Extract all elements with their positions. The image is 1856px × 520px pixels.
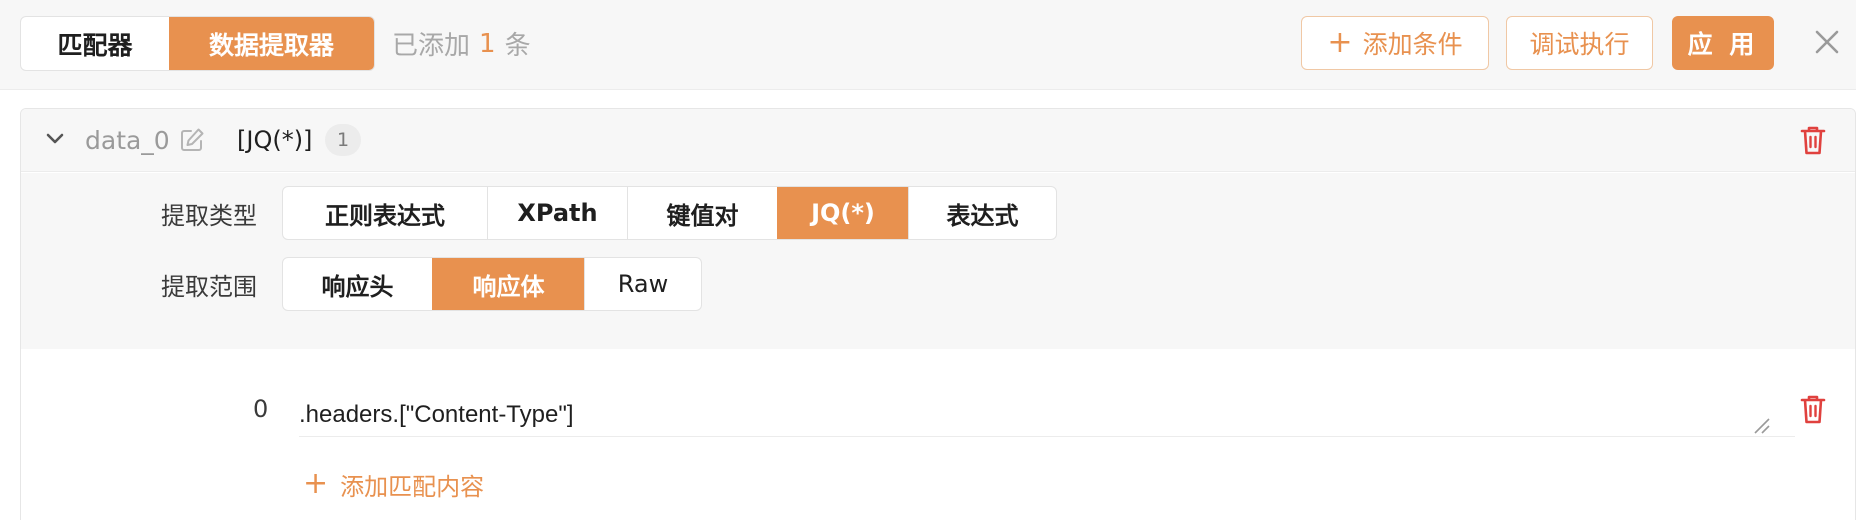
extract-scope-label: 提取范围 (161, 272, 257, 301)
extract-type-label: 提取类型 (161, 201, 257, 230)
edit-icon[interactable] (178, 126, 206, 154)
extract-scope-body[interactable]: 响应体 (432, 258, 584, 310)
extractor-card-header[interactable]: data_0 [JQ(*)] 1 (21, 109, 1855, 172)
delete-extractor-icon[interactable] (1799, 124, 1827, 156)
mode-tabs: 匹配器 数据提取器 (20, 16, 375, 71)
rule-row: 0 (21, 349, 1855, 459)
plus-icon: + (303, 466, 329, 501)
add-match-content-button[interactable]: + 添加匹配内容 (303, 464, 484, 504)
extract-type-xpath[interactable]: XPath (487, 187, 627, 239)
chevron-down-icon[interactable] (45, 132, 65, 146)
rule-index: 0 (253, 395, 269, 423)
rule-expression-input[interactable] (299, 389, 1795, 437)
added-prefix: 已添加 (392, 31, 471, 61)
add-condition-button[interactable]: + 添加条件 (1301, 16, 1489, 70)
plus-icon: + (1327, 25, 1353, 60)
extract-scope-headers[interactable]: 响应头 (283, 258, 432, 310)
rule-count-badge: 1 (325, 124, 361, 156)
extract-type-regex[interactable]: 正则表达式 (283, 187, 487, 239)
tab-matcher[interactable]: 匹配器 (21, 17, 169, 70)
add-condition-label: 添加条件 (1362, 30, 1463, 59)
resize-grip-icon[interactable] (1751, 415, 1771, 435)
extractor-name: data_0 (85, 125, 170, 155)
apply-button[interactable]: 应 用 (1672, 16, 1774, 70)
tab-data-extractor[interactable]: 数据提取器 (169, 17, 374, 70)
debug-run-button[interactable]: 调试执行 (1506, 16, 1653, 70)
delete-rule-icon[interactable] (1799, 393, 1827, 425)
add-match-label: 添加匹配内容 (340, 472, 485, 501)
added-count: 1 (479, 28, 496, 59)
extractor-toolbar: 匹配器 数据提取器 已添加 1 条 + 添加条件 调试执行 应 用 (0, 0, 1856, 90)
extract-scope-raw[interactable]: Raw (584, 258, 701, 310)
extract-type-selector: 正则表达式 XPath 键值对 JQ(*) 表达式 (282, 186, 1057, 240)
added-suffix: 条 (504, 31, 531, 61)
extract-options: 提取类型 正则表达式 XPath 键值对 JQ(*) 表达式 提取范围 响应头 … (21, 173, 1855, 349)
extract-type-key-value[interactable]: 键值对 (627, 187, 777, 239)
close-icon[interactable] (1812, 27, 1842, 57)
extract-type-jq[interactable]: JQ(*) (777, 187, 908, 239)
extractor-card: data_0 [JQ(*)] 1 提取类型 正则表达式 XPath 键值对 JQ… (20, 108, 1856, 520)
added-count-text: 已添加 1 条 (392, 16, 531, 71)
extract-type-expression[interactable]: 表达式 (908, 187, 1056, 239)
extract-scope-selector: 响应头 响应体 Raw (282, 257, 702, 311)
extractor-type-tag: [JQ(*)] (237, 126, 313, 154)
